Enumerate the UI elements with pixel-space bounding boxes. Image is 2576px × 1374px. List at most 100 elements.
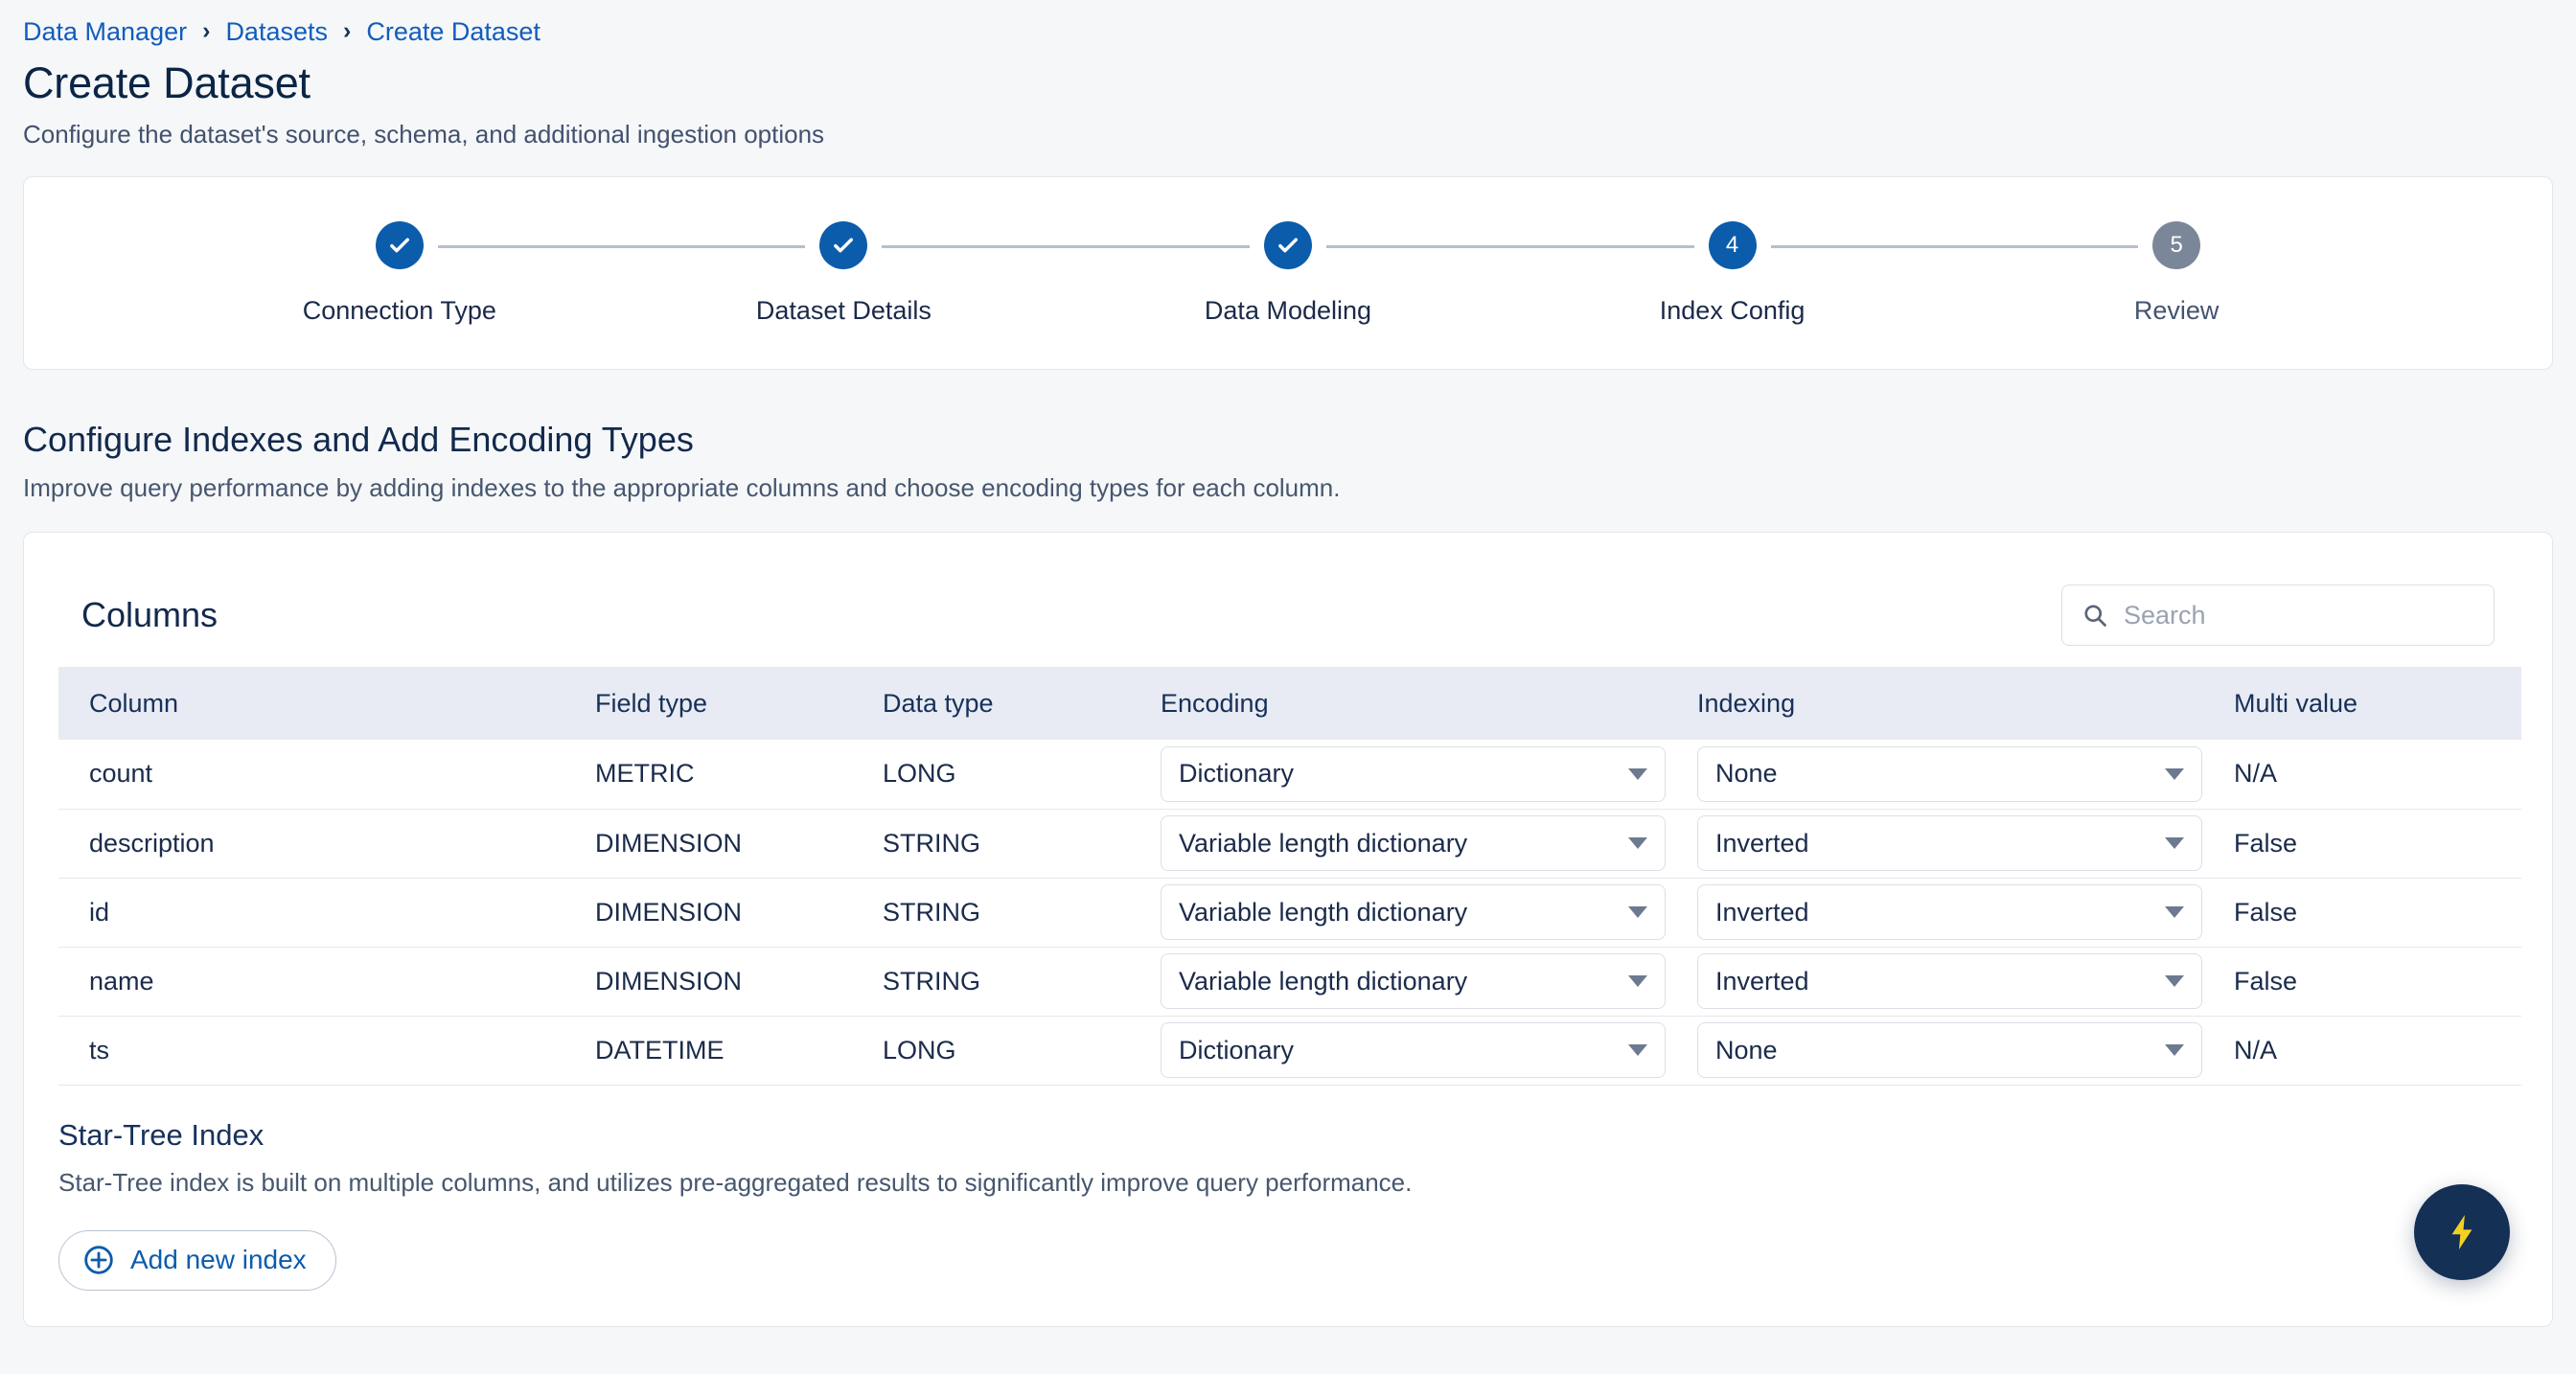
cell-multi-value: False <box>2234 878 2521 948</box>
cell-data-type: LONG <box>883 740 1161 810</box>
step-indicator-todo: 5 <box>2152 220 2201 269</box>
step-indicator-done <box>819 220 868 269</box>
chevron-down-icon <box>2165 837 2184 849</box>
th-multi-value: Multi value <box>2234 667 2521 740</box>
chevron-down-icon <box>1628 906 1647 918</box>
search-icon <box>2082 602 2108 629</box>
cell-field-type: METRIC <box>595 740 883 810</box>
cell-encoding: Variable length dictionary <box>1161 809 1697 879</box>
step-index-config[interactable]: 4 Index Config <box>1510 220 2139 326</box>
table-head: Column Field type Data type Encoding Ind… <box>58 667 2521 740</box>
page-subtitle: Configure the dataset's source, schema, … <box>23 120 825 149</box>
cell-field-type: DIMENSION <box>595 878 883 948</box>
cell-multi-value: N/A <box>2234 740 2521 810</box>
columns-card-header: Columns Search <box>58 565 2518 667</box>
indexing-select[interactable]: None <box>1697 745 2202 802</box>
encoding-select[interactable]: Dictionary <box>1161 1022 1666 1078</box>
table-row: id DIMENSION STRING Variable length dict… <box>58 878 2521 948</box>
step-indicator-done <box>375 220 424 269</box>
breadcrumb-item-create-dataset[interactable]: Create Dataset <box>366 17 540 47</box>
indexing-select-value: Inverted <box>1715 828 1809 858</box>
search-placeholder: Search <box>2124 600 2206 630</box>
cell-field-type: DATETIME <box>595 1016 883 1086</box>
stepper-card: Connection Type Dataset Details Data Mod… <box>23 176 2553 370</box>
star-tree-description: Star-Tree index is built on multiple col… <box>58 1167 1413 1197</box>
table-body: count METRIC LONG Dictionary None N/A de… <box>58 740 2521 1086</box>
step-connection-type[interactable]: Connection Type <box>177 220 806 326</box>
cell-data-type: STRING <box>883 809 1161 879</box>
cell-multi-value: False <box>2234 809 2521 879</box>
breadcrumb-item-data-manager[interactable]: Data Manager <box>23 17 187 47</box>
breadcrumb-item-datasets[interactable]: Datasets <box>225 17 328 47</box>
encoding-select-value: Variable length dictionary <box>1179 897 1468 927</box>
lightning-bolt-icon <box>2441 1211 2483 1253</box>
step-connector <box>882 244 1250 248</box>
indexing-select[interactable]: Inverted <box>1697 953 2202 1009</box>
breadcrumb-separator-icon: › <box>202 17 211 44</box>
columns-card: Columns Search Column Field type Data ty… <box>23 532 2553 1327</box>
cell-indexing: Inverted <box>1697 947 2234 1017</box>
encoding-select[interactable]: Variable length dictionary <box>1161 884 1666 940</box>
encoding-select[interactable]: Dictionary <box>1161 745 1666 802</box>
chevron-down-icon <box>2165 1044 2184 1056</box>
cell-indexing: None <box>1697 1016 2234 1086</box>
cell-encoding: Variable length dictionary <box>1161 947 1697 1017</box>
step-connector <box>1325 244 1694 248</box>
breadcrumb: Data Manager › Datasets › Create Dataset <box>23 0 2553 49</box>
columns-table: Column Field type Data type Encoding Ind… <box>58 667 2521 1086</box>
indexing-select-value: None <box>1715 1035 1778 1065</box>
search-input[interactable]: Search <box>2061 584 2495 646</box>
step-data-modeling[interactable]: Data Modeling <box>1066 220 1694 326</box>
encoding-select-value: Dictionary <box>1179 1035 1295 1065</box>
encoding-select[interactable]: Variable length dictionary <box>1161 815 1666 871</box>
plus-circle-icon <box>82 1244 115 1276</box>
cell-column: id <box>58 878 595 948</box>
cell-column: description <box>58 809 595 879</box>
table-row: ts DATETIME LONG Dictionary None N/A <box>58 1016 2521 1086</box>
section-heading: Configure Indexes and Add Encoding Types… <box>23 420 2553 503</box>
th-data-type: Data type <box>883 667 1161 740</box>
star-tree-title: Star-Tree Index <box>58 1117 264 1152</box>
cell-indexing: None <box>1697 740 2234 810</box>
chevron-down-icon <box>1628 837 1647 849</box>
cell-column: name <box>58 947 595 1017</box>
table-row: count METRIC LONG Dictionary None N/A <box>58 740 2521 810</box>
step-label: Index Config <box>1659 295 1806 325</box>
step-review[interactable]: 5 Review <box>1954 220 2399 326</box>
th-indexing: Indexing <box>1697 667 2234 740</box>
step-indicator-done <box>1263 220 1312 269</box>
step-dataset-details[interactable]: Dataset Details <box>622 220 1250 326</box>
columns-title: Columns <box>81 595 218 634</box>
cell-multi-value: N/A <box>2234 1016 2521 1086</box>
indexing-select[interactable]: Inverted <box>1697 815 2202 871</box>
stepper: Connection Type Dataset Details Data Mod… <box>24 220 2552 326</box>
indexing-select[interactable]: Inverted <box>1697 884 2202 940</box>
section-title: Configure Indexes and Add Encoding Types <box>23 420 694 459</box>
add-new-index-label: Add new index <box>130 1245 307 1274</box>
step-label: Connection Type <box>302 295 496 325</box>
quick-action-fab[interactable] <box>2414 1184 2510 1280</box>
indexing-select-value: None <box>1715 759 1778 789</box>
cell-indexing: Inverted <box>1697 809 2234 879</box>
encoding-select[interactable]: Variable length dictionary <box>1161 953 1666 1009</box>
chevron-down-icon <box>2165 975 2184 987</box>
table-row: description DIMENSION STRING Variable le… <box>58 809 2521 879</box>
th-encoding: Encoding <box>1161 667 1697 740</box>
encoding-select-value: Dictionary <box>1179 759 1295 789</box>
indexing-select[interactable]: None <box>1697 1022 2202 1078</box>
indexing-select-value: Inverted <box>1715 897 1809 927</box>
cell-field-type: DIMENSION <box>595 947 883 1017</box>
cell-data-type: LONG <box>883 1016 1161 1086</box>
chevron-down-icon <box>2165 767 2184 780</box>
chevron-down-icon <box>1628 767 1647 780</box>
add-new-index-button[interactable]: Add new index <box>58 1229 336 1291</box>
cell-column: ts <box>58 1016 595 1086</box>
chevron-down-icon <box>1628 1044 1647 1056</box>
step-connector <box>1770 244 2139 248</box>
cell-column: count <box>58 740 595 810</box>
step-label: Review <box>2133 295 2220 325</box>
chevron-down-icon <box>1628 975 1647 987</box>
step-connector <box>437 244 806 248</box>
encoding-select-value: Variable length dictionary <box>1179 966 1468 996</box>
chevron-down-icon <box>2165 906 2184 918</box>
